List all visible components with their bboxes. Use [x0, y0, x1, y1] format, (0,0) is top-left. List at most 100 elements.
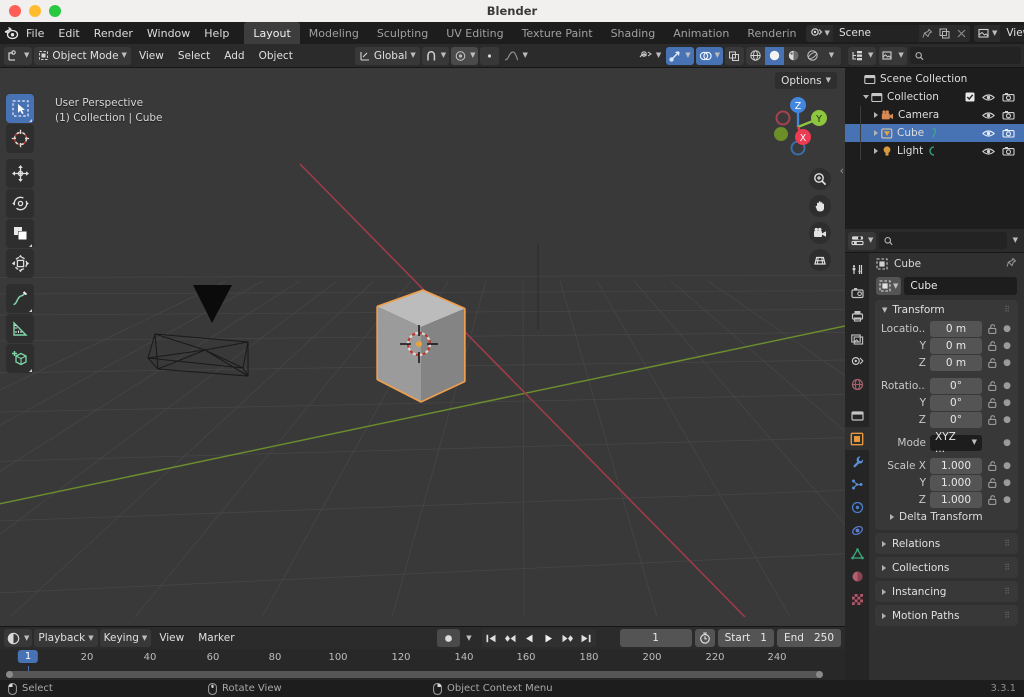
properties-search-input[interactable]	[897, 235, 1002, 246]
mode-selector[interactable]: Object Mode ▼	[34, 46, 131, 65]
viewlayer-icon[interactable]: ▼	[973, 24, 1001, 42]
transform-panel-header[interactable]: ▼ Transform ⠿	[875, 300, 1018, 320]
object-data-tab[interactable]	[845, 542, 869, 565]
gizmo-icon[interactable]: ▼	[666, 46, 694, 65]
tab-layout[interactable]: Layout	[244, 22, 300, 44]
menu-edit[interactable]: Edit	[51, 22, 86, 44]
particles-tab[interactable]	[845, 473, 869, 496]
disclosure-triangle-right-icon[interactable]	[870, 148, 881, 154]
magnet-icon[interactable]: ▼	[421, 46, 450, 65]
drag-grip-icon[interactable]: ⠿	[1004, 563, 1011, 572]
material-tab[interactable]	[845, 565, 869, 588]
camera-render-icon[interactable]	[1002, 110, 1015, 120]
motion-paths-panel[interactable]: Motion Paths ⠿	[875, 605, 1018, 626]
render-tab[interactable]	[845, 281, 869, 304]
wireframe-shading-button[interactable]	[746, 47, 765, 65]
object-name-field[interactable]: Cube	[904, 277, 1017, 295]
lock-icon[interactable]	[986, 477, 998, 488]
viewport-menu-view[interactable]: View	[133, 47, 170, 65]
tweak-select-box-tool[interactable]	[6, 94, 34, 123]
camera-render-icon[interactable]	[1002, 92, 1015, 102]
frame-end-field[interactable]: End 250	[776, 629, 841, 647]
animate-property-icon[interactable]: ●	[1002, 358, 1012, 368]
solid-shading-button[interactable]	[765, 46, 784, 65]
pin-icon[interactable]	[918, 24, 936, 42]
animate-property-icon[interactable]: ●	[1002, 324, 1012, 334]
animate-property-icon[interactable]: ●	[1002, 341, 1012, 351]
rotation-mode-dropdown[interactable]: XYZ ... ▼	[930, 431, 982, 455]
timeline-ruler[interactable]: 20 40 60 80 100 120 140 160 180 200 220 …	[0, 649, 845, 680]
viewport-options-button[interactable]: Options ▼	[775, 72, 837, 89]
xray-icon[interactable]	[725, 46, 744, 65]
delta-transform-subpanel[interactable]: Delta Transform	[881, 508, 1012, 524]
tab-rendering[interactable]: Renderin	[738, 22, 805, 44]
eye-icon[interactable]	[982, 111, 995, 120]
play-icon[interactable]	[539, 629, 558, 647]
outliner-row-light[interactable]: Light	[845, 142, 1024, 160]
menu-file[interactable]: File	[19, 22, 51, 44]
physics-tab[interactable]	[845, 496, 869, 519]
object-type-selector[interactable]: ▼	[876, 277, 902, 295]
navigation-gizmo[interactable]: Z Y X	[761, 90, 835, 164]
camera-render-icon[interactable]	[1002, 146, 1015, 156]
record-icon[interactable]	[437, 629, 461, 647]
close-scene-icon[interactable]	[952, 24, 970, 42]
visibility-icon[interactable]: ▼	[636, 47, 664, 65]
menu-window[interactable]: Window	[140, 22, 197, 44]
jump-to-start-icon[interactable]	[482, 629, 501, 647]
jump-to-end-icon[interactable]	[577, 629, 596, 647]
lock-icon[interactable]	[986, 494, 998, 505]
outliner-row-scene-collection[interactable]: Scene Collection	[845, 70, 1024, 88]
lock-icon[interactable]	[986, 380, 998, 391]
animate-property-icon[interactable]: ●	[1002, 461, 1012, 471]
animate-property-icon[interactable]: ●	[1002, 478, 1012, 488]
3d-viewport[interactable]: User Perspective (1) Collection | Cube O…	[0, 68, 845, 626]
autokey-options-chevron[interactable]: ▼	[463, 629, 474, 647]
outliner-row-cube[interactable]: Cube	[845, 124, 1024, 142]
transform-orientation-selector[interactable]: Global ▼	[354, 46, 420, 65]
annotate-tool[interactable]	[6, 284, 34, 313]
rendered-shading-button[interactable]	[803, 47, 822, 65]
tab-sculpting[interactable]: Sculpting	[368, 22, 437, 44]
disclosure-triangle-right-icon[interactable]	[870, 130, 881, 136]
menu-help[interactable]: Help	[197, 22, 236, 44]
lock-icon[interactable]	[986, 397, 998, 408]
timeline-menu-keying[interactable]: Keying ▼	[99, 629, 152, 647]
viewlayer-name[interactable]: ViewLayer	[1000, 24, 1024, 42]
output-tab[interactable]	[845, 304, 869, 327]
location-z-value[interactable]: 0 m	[930, 354, 982, 371]
animate-property-icon[interactable]: ●	[1002, 398, 1012, 408]
editor-type-icon[interactable]: ▼	[4, 46, 33, 65]
scene-tab[interactable]	[845, 350, 869, 373]
proportional-edit-icon[interactable]: ▼	[451, 46, 479, 65]
jump-back-keyframe-icon[interactable]	[501, 629, 520, 647]
animate-property-icon[interactable]: ●	[1002, 381, 1012, 391]
transform-tool[interactable]	[6, 249, 34, 278]
animate-property-icon[interactable]: ●	[1002, 415, 1012, 425]
scale-x-value[interactable]: 1.000	[930, 457, 982, 474]
outliner-display-mode-icon[interactable]: ▼	[848, 46, 877, 65]
lock-icon[interactable]	[986, 460, 998, 471]
overlays-icon[interactable]: ▼	[695, 46, 723, 65]
tab-shading[interactable]: Shading	[602, 22, 665, 44]
lock-icon[interactable]	[986, 323, 998, 334]
blender-logo-icon[interactable]	[4, 22, 19, 44]
outliner-row-camera[interactable]: Camera	[845, 106, 1024, 124]
outliner-search-input[interactable]	[927, 50, 1016, 61]
tab-animation[interactable]: Animation	[664, 22, 738, 44]
properties-search-box[interactable]	[879, 232, 1007, 249]
drag-grip-icon[interactable]: ⠿	[1004, 306, 1011, 314]
scene-icon[interactable]: ▼	[805, 24, 833, 42]
scene-selector[interactable]: ▼ Scene	[805, 24, 970, 42]
drag-grip-icon[interactable]: ⠿	[1004, 539, 1011, 548]
drag-grip-icon[interactable]: ⠿	[1004, 587, 1011, 596]
outliner-row-collection[interactable]: Collection	[845, 88, 1024, 106]
scene-name[interactable]: Scene	[832, 24, 919, 42]
view-layer-tab[interactable]	[845, 327, 869, 350]
measure-tool[interactable]	[6, 314, 34, 343]
cursor-tool[interactable]	[6, 124, 34, 153]
viewport-menu-add[interactable]: Add	[218, 47, 250, 65]
properties-editor-icon[interactable]: ▼	[848, 231, 877, 250]
checkbox-icon[interactable]	[965, 92, 975, 102]
tab-modeling[interactable]: Modeling	[300, 22, 368, 44]
